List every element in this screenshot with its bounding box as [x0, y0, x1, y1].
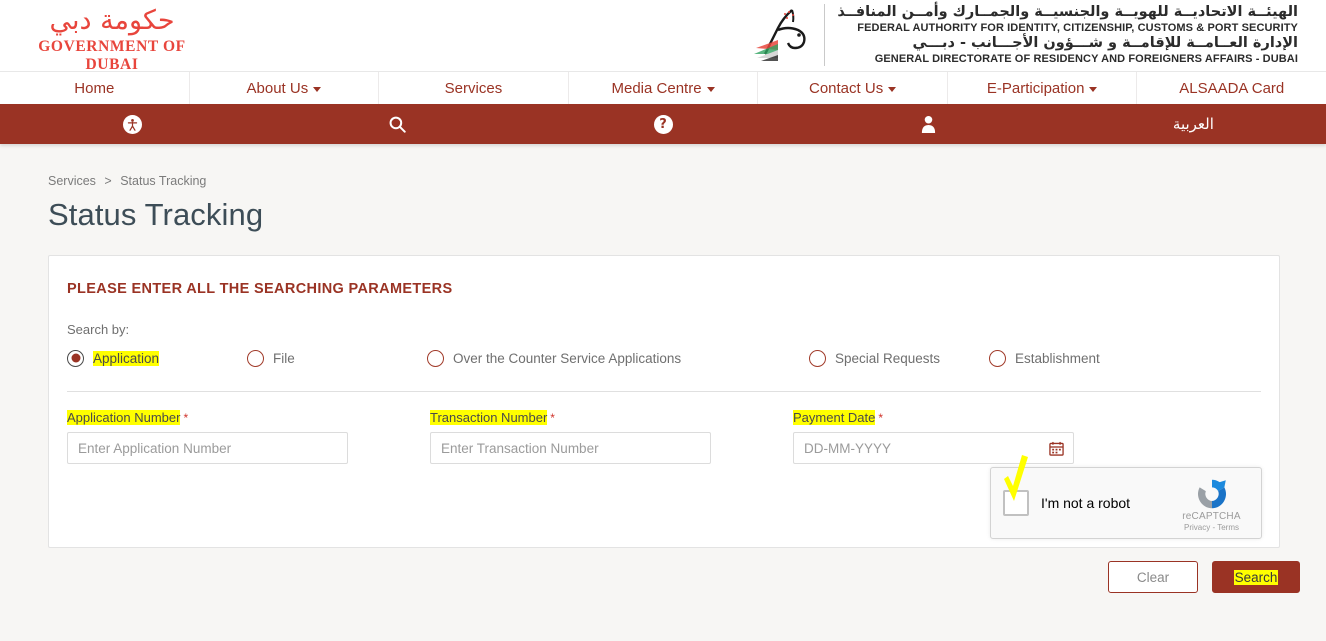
radio-indicator-icon — [67, 349, 84, 367]
help-icon: ? — [653, 114, 673, 134]
radio-option-over-the-counter[interactable]: Over the Counter Service Applications — [427, 349, 809, 367]
breadcrumb-separator: > — [104, 174, 112, 188]
radio-option-establishment[interactable]: Establishment — [989, 349, 1100, 367]
form-actions: Clear Search — [1108, 561, 1300, 593]
language-label: العربية — [1172, 115, 1214, 133]
radio-label: Establishment — [1015, 350, 1100, 366]
page-title: Status Tracking — [48, 197, 264, 232]
search-icon — [389, 116, 407, 133]
calendar-icon[interactable] — [1049, 441, 1064, 456]
accessibility-button[interactable] — [0, 114, 265, 134]
recaptcha-checkbox[interactable] — [1003, 490, 1029, 516]
radio-option-special-requests[interactable]: Special Requests — [809, 349, 989, 367]
recaptcha-widget[interactable]: I'm not a robot reCAPTCHA Privacy - Term… — [990, 455, 1262, 539]
clear-button[interactable]: Clear — [1108, 561, 1198, 593]
nav-item-label: About Us — [246, 79, 309, 97]
search-button[interactable] — [265, 115, 530, 134]
radio-label: Application — [93, 350, 160, 366]
chevron-down-icon — [888, 87, 897, 92]
falcon-emblem-icon — [748, 4, 814, 66]
nav-item-services[interactable]: Services — [379, 72, 569, 104]
field-label-text: Application Number — [67, 410, 181, 425]
transaction-number-input[interactable] — [430, 432, 711, 464]
radio-label: File — [273, 350, 295, 366]
chevron-down-icon — [706, 87, 715, 92]
breadcrumb-link-services[interactable]: Services — [48, 174, 96, 188]
search-parameters-panel: PLEASE ENTER ALL THE SEARCHING PARAMETER… — [48, 255, 1280, 548]
search-button-action[interactable]: Search — [1212, 561, 1300, 593]
utility-bar: ? العربية — [0, 104, 1326, 144]
panel-title: PLEASE ENTER ALL THE SEARCHING PARAMETER… — [67, 281, 453, 297]
recaptcha-logo-icon — [1197, 479, 1226, 508]
radio-indicator-icon — [247, 349, 264, 367]
nav-item-label: Media Centre — [611, 79, 702, 97]
search-fields-row: Application Number* Transaction Number* … — [67, 410, 1261, 464]
field-payment-date: Payment Date * — [793, 410, 1074, 464]
federal-arabic-line-1: الهيئــة الاتحاديــة للهويــة والجنسيــة… — [837, 4, 1298, 20]
dubai-logo-arabic-icon: حكومة دبي — [49, 5, 175, 36]
nav-item-label: ALSAADA Card — [1179, 79, 1285, 97]
breadcrumb-current: Status Tracking — [120, 174, 207, 188]
federal-arabic-line-2: الإدارة العــامــة للإقامــة و شـــؤون ا… — [912, 35, 1298, 51]
nav-item-e-participation[interactable]: E-Participation — [948, 72, 1138, 104]
nav-item-alsaada-card[interactable]: ALSAADA Card — [1137, 72, 1326, 104]
nav-item-label: E-Participation — [986, 79, 1085, 97]
language-toggle-button[interactable]: العربية — [1061, 115, 1326, 133]
federal-english-line-1: FEDERAL AUTHORITY FOR IDENTITY, CITIZENS… — [857, 22, 1298, 34]
nav-item-label: Contact Us — [809, 79, 884, 97]
user-icon — [921, 115, 935, 133]
field-transaction-number: Transaction Number * — [430, 410, 711, 464]
main-navigation: Home About Us Services Media Centre Cont… — [0, 72, 1326, 104]
payment-date-input[interactable] — [793, 432, 1074, 464]
help-button[interactable]: ? — [530, 114, 795, 134]
field-label-text: Payment Date — [793, 410, 876, 425]
nav-item-media-centre[interactable]: Media Centre — [569, 72, 759, 104]
nav-item-about-us[interactable]: About Us — [190, 72, 380, 104]
radio-label: Over the Counter Service Applications — [453, 350, 682, 366]
chevron-down-icon — [1089, 87, 1098, 92]
radio-label: Special Requests — [835, 350, 941, 366]
section-divider — [67, 391, 1261, 392]
site-header: حكومة دبي GOVERNMENT OF DUBAI الهيئــة ا… — [0, 0, 1326, 74]
nav-item-home[interactable]: Home — [0, 72, 190, 104]
recaptcha-label: I'm not a robot — [1041, 495, 1131, 511]
nav-item-label: Services — [444, 79, 503, 97]
dubai-government-logo[interactable]: حكومة دبي GOVERNMENT OF DUBAI — [22, 2, 202, 74]
field-application-number: Application Number * — [67, 410, 348, 464]
required-asterisk: * — [878, 411, 884, 425]
field-label: Application Number * — [67, 410, 348, 425]
federal-logo-text: الهيئــة الاتحاديــة للهويــة والجنسيــة… — [824, 4, 1298, 66]
nav-item-contact-us[interactable]: Contact Us — [758, 72, 948, 104]
accessibility-icon — [123, 114, 143, 134]
radio-indicator-icon — [427, 349, 444, 367]
radio-indicator-icon — [809, 349, 826, 367]
field-label: Payment Date * — [793, 410, 1074, 425]
required-asterisk: * — [550, 411, 555, 425]
search-button-label: Search — [1233, 569, 1279, 585]
federal-english-line-2: GENERAL DIRECTORATE OF RESIDENCY AND FOR… — [874, 53, 1298, 65]
search-by-label: Search by: — [67, 322, 130, 337]
radio-option-file[interactable]: File — [247, 349, 427, 367]
page-content: Services > Status Tracking Status Tracki… — [0, 174, 1326, 593]
radio-option-application[interactable]: Application — [67, 349, 247, 367]
field-label: Transaction Number * — [430, 410, 711, 425]
radio-indicator-icon — [989, 349, 1006, 367]
federal-authority-logo[interactable]: الهيئــة الاتحاديــة للهويــة والجنسيــة… — [748, 4, 1298, 66]
nav-item-label: Home — [74, 79, 115, 97]
user-account-button[interactable] — [796, 115, 1061, 133]
chevron-down-icon — [313, 87, 322, 92]
required-asterisk: * — [183, 411, 189, 425]
field-label-text: Transaction Number — [430, 410, 548, 425]
search-by-radio-group: Application File Over the Counter Servic… — [67, 345, 1261, 371]
recaptcha-links[interactable]: Privacy - Terms — [1174, 523, 1249, 532]
recaptcha-brand-name: reCAPTCHA — [1182, 510, 1241, 522]
breadcrumb: Services > Status Tracking — [26, 174, 1300, 188]
dubai-logo-english: GOVERNMENT OF DUBAI — [38, 38, 186, 73]
recaptcha-branding: reCAPTCHA Privacy - Terms — [1174, 475, 1249, 532]
application-number-input[interactable] — [67, 432, 348, 464]
